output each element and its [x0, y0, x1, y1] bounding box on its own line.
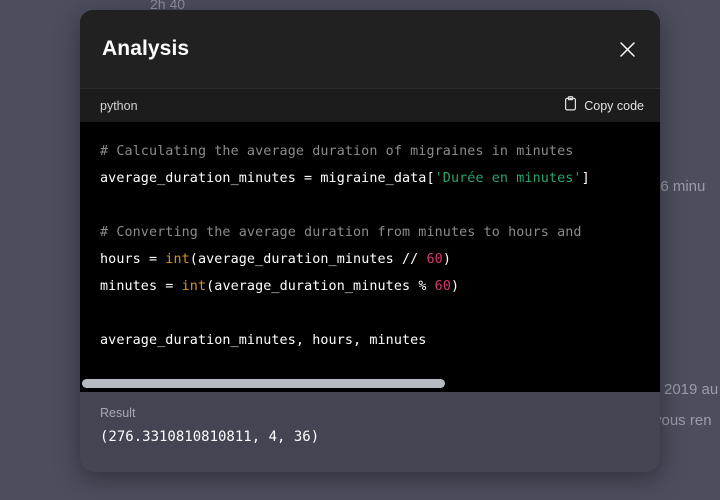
background-text-right-1: 36 minu [652, 178, 706, 195]
code-block[interactable]: # Calculating the average duration of mi… [80, 122, 660, 392]
code-token-plain: hours = [100, 252, 166, 267]
code-content: # Calculating the average duration of mi… [100, 138, 660, 354]
code-token-comment: # Calculating the average duration of mi… [100, 144, 574, 159]
analysis-modal: Analysis python Copy code # Calculating … [80, 10, 660, 472]
code-token-plain: (average_duration_minutes // [189, 252, 427, 267]
code-token-plain: ] [581, 171, 590, 186]
code-toolbar: python Copy code [80, 88, 660, 122]
code-token-plain: ) [451, 279, 460, 294]
result-value: (276.3310810810811, 4, 36) [100, 429, 320, 445]
code-token-string: 'Durée en minutes' [434, 171, 582, 186]
code-horizontal-scrollbar[interactable] [80, 379, 660, 388]
code-scrollbar-thumb[interactable] [82, 379, 445, 388]
background-text-right-2: 2019 au [664, 381, 719, 398]
code-token-comment: # Converting the average duration from m… [100, 225, 582, 240]
copy-code-label: Copy code [584, 98, 644, 113]
code-token-plain: average_duration_minutes = migraine_data… [100, 171, 435, 186]
close-button[interactable] [612, 34, 642, 64]
result-panel: Result (276.3310810810811, 4, 36) [80, 392, 660, 472]
background-text-right-3: vous ren [654, 412, 712, 429]
code-token-number: 60 [434, 279, 451, 294]
code-token-number: 60 [426, 252, 443, 267]
close-icon [619, 41, 636, 58]
code-token-plain: average_duration_minutes, hours, minutes [100, 333, 427, 348]
result-label: Result [100, 406, 136, 420]
code-token-builtin: int [181, 279, 207, 294]
code-token-plain: ) [442, 252, 451, 267]
copy-code-button[interactable]: Copy code [564, 95, 644, 116]
modal-header: Analysis [80, 10, 660, 88]
page-title: Analysis [102, 37, 190, 60]
code-scroll-viewport: # Calculating the average duration of mi… [80, 122, 660, 392]
code-token-plain: (average_duration_minutes % [206, 279, 435, 294]
clipboard-icon [564, 95, 577, 116]
code-language-label: python [100, 98, 138, 113]
code-token-plain: minutes = [100, 279, 182, 294]
code-token-builtin: int [165, 252, 190, 267]
